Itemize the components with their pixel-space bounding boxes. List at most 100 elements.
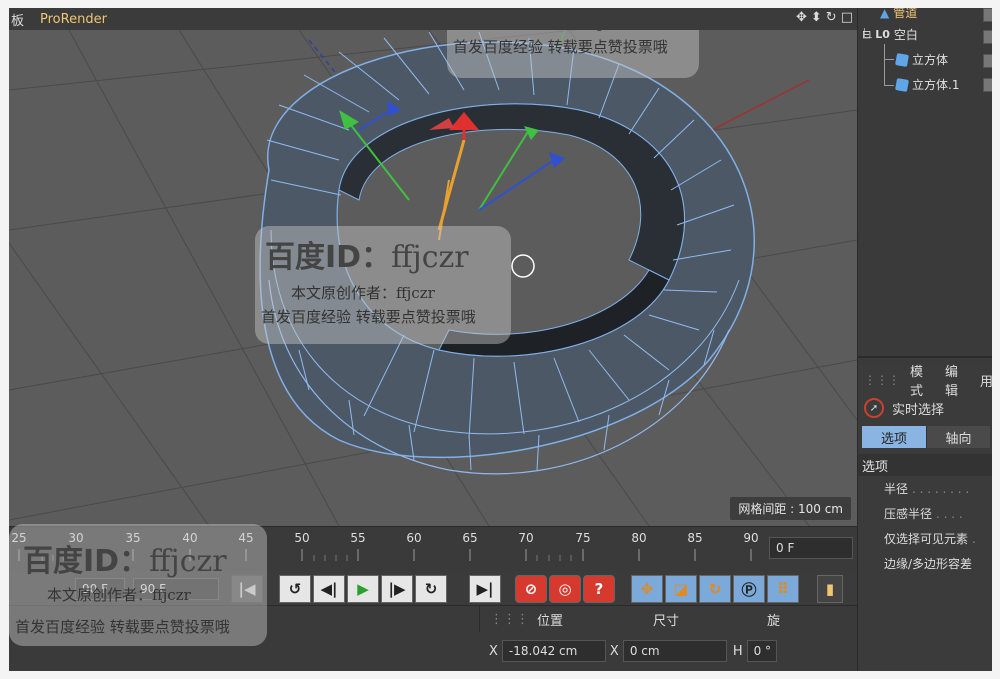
- scale-key-icon[interactable]: ◪: [665, 575, 697, 603]
- cube-icon: [895, 77, 909, 92]
- menu-prorender[interactable]: ProRender: [40, 12, 107, 27]
- rotation-header: 旋: [767, 613, 781, 629]
- start-frame-field[interactable]: 90 F: [75, 578, 125, 600]
- coord-row-x: X -18.042 cm X 0 cm H 0 °: [479, 638, 857, 664]
- option-visible-only[interactable]: 仅选择可见元素.: [858, 526, 992, 551]
- tree-item-label: 立方体: [912, 53, 949, 67]
- option-dots: . . . .: [936, 506, 963, 521]
- tick-label: 60: [406, 531, 422, 545]
- scheme-icon[interactable]: ▮: [817, 575, 843, 603]
- rotate-key-icon[interactable]: ↻: [699, 575, 731, 603]
- auto-key-icon[interactable]: ◎: [549, 575, 581, 603]
- tree-item-cube[interactable]: 立方体: [895, 51, 949, 68]
- param-key-icon[interactable]: Ⓟ: [733, 575, 765, 603]
- coordinate-manager: ⋮⋮⋮ 位置 尺寸 旋 X -18.042 cm X 0 cm H 0 °: [9, 605, 857, 671]
- tick-label: 75: [575, 531, 591, 545]
- tag-icon[interactable]: [983, 78, 992, 92]
- record-key-icon[interactable]: ⊘: [515, 575, 547, 603]
- tag-icon[interactable]: [983, 54, 992, 68]
- tree-item-label: 立方体.1: [912, 78, 960, 92]
- play-icon[interactable]: ▶: [347, 575, 379, 603]
- tag-icon[interactable]: [983, 8, 992, 22]
- rotation-h-field[interactable]: 0 °: [746, 640, 777, 662]
- viewport-scene: [9, 30, 857, 526]
- prev-key-icon[interactable]: ↺: [279, 575, 311, 603]
- next-key-icon[interactable]: ↻: [415, 575, 447, 603]
- live-selection-icon: ➚: [864, 398, 884, 418]
- tag-icon[interactable]: [983, 30, 992, 44]
- c4d-window: 板 ProRender ✥ ⬍ ↻ □ 网格间距: 100 cm ▲ 管道 ⊟…: [9, 8, 992, 671]
- tab-options[interactable]: 选项: [862, 426, 926, 448]
- attribute-manager: ⋮⋮⋮ 模式 编辑 用 ➚ 实时选择 选项 轴向 选项 半径. . . . . …: [858, 365, 992, 671]
- playback-bar: 90 F 90 F |◀ ↺ ◀| ▶ |▶ ↻ ▶| ⊘ ◎ ? ✥ ◪ ↻ …: [9, 571, 857, 605]
- option-label: 边缘/多边形容差: [884, 557, 973, 571]
- option-radius[interactable]: 半径. . . . . . . .: [858, 476, 992, 501]
- ring-mesh: [259, 31, 755, 475]
- timeline[interactable]: 25 30 35 40 45 50 55 60 65 70 75 80 85 9…: [9, 526, 857, 571]
- options-section-title: 选项: [858, 454, 992, 476]
- cube-icon: [895, 52, 909, 67]
- position-header: 位置: [537, 613, 564, 629]
- tick-label: 50: [294, 531, 310, 545]
- maximize-view-icon[interactable]: □: [841, 10, 853, 25]
- axis-label: X: [489, 643, 498, 659]
- grip-icon[interactable]: ⋮⋮⋮: [490, 612, 529, 627]
- option-pressure-radius[interactable]: 压感半径. . . .: [858, 501, 992, 526]
- tree-connector: [884, 44, 894, 60]
- next-frame-icon[interactable]: |▶: [381, 575, 413, 603]
- tick-label: 40: [182, 531, 198, 545]
- menu-mode[interactable]: 模式: [910, 361, 935, 399]
- position-x-field[interactable]: -18.042 cm: [501, 640, 606, 662]
- size-x-field[interactable]: 0 cm: [622, 640, 727, 662]
- null-icon: L0: [875, 28, 890, 41]
- expand-icon[interactable]: ⊟: [862, 28, 871, 41]
- tab-axis[interactable]: 轴向: [926, 426, 990, 448]
- goto-start-icon[interactable]: |◀: [231, 575, 263, 603]
- tree-item-null[interactable]: ⊟ L0 空白: [862, 26, 918, 43]
- move-view-icon[interactable]: ✥: [796, 10, 807, 25]
- keyframe-selection-icon[interactable]: ?: [583, 575, 615, 603]
- rotate-view-icon[interactable]: ↻: [826, 10, 837, 25]
- tree-item-label: 空白: [893, 28, 918, 42]
- coord-header: ⋮⋮⋮ 位置 尺寸 旋: [479, 606, 857, 632]
- option-dots: . . . . . . . .: [912, 481, 970, 496]
- tree-item-cube-1[interactable]: 立方体.1: [895, 76, 960, 93]
- tick-label: 90: [743, 531, 759, 545]
- 3d-viewport[interactable]: 板 ProRender ✥ ⬍ ↻ □ 网格间距: 100 cm: [9, 8, 857, 526]
- tick-label: 30: [68, 531, 84, 545]
- tick-label: 70: [518, 531, 534, 545]
- end-frame-field[interactable]: 90 F: [133, 578, 219, 600]
- tick-label: 45: [238, 531, 254, 545]
- option-dots: .: [972, 531, 976, 546]
- menu-panel[interactable]: 板: [11, 10, 24, 29]
- tube-icon: ▲: [880, 8, 890, 20]
- option-label: 半径: [884, 482, 909, 496]
- size-header: 尺寸: [653, 613, 680, 629]
- goto-end-icon[interactable]: ▶|: [469, 575, 501, 603]
- prev-frame-icon[interactable]: ◀|: [313, 575, 345, 603]
- tick-label: 85: [687, 531, 703, 545]
- move-key-icon[interactable]: ✥: [631, 575, 663, 603]
- option-label: 压感半径: [884, 507, 933, 521]
- menu-edit[interactable]: 编辑: [945, 361, 970, 399]
- axis-label: X: [609, 643, 619, 659]
- option-tolerance[interactable]: 边缘/多边形容差: [858, 551, 992, 576]
- tree-item-label: 管道: [893, 8, 918, 20]
- grip-icon[interactable]: ⋮⋮⋮: [864, 373, 900, 387]
- tick-label: 65: [462, 531, 478, 545]
- timeline-ruler[interactable]: 25 30 35 40 45 50 55 60 65 70 75 80 85 9…: [9, 531, 769, 561]
- viewport-menubar: 板 ProRender ✥ ⬍ ↻ □: [9, 8, 857, 30]
- point-level-icon[interactable]: ⠿: [767, 575, 799, 603]
- tree-item-tube[interactable]: ▲ 管道: [880, 8, 917, 21]
- viewport-nav-icons: ✥ ⬍ ↻ □: [796, 10, 853, 25]
- current-frame-field[interactable]: 0 F: [769, 537, 853, 559]
- menu-user[interactable]: 用: [980, 371, 992, 390]
- option-label: 仅选择可见元素: [884, 532, 969, 546]
- attribute-tabs: 选项 轴向: [862, 426, 992, 448]
- tick-label: 55: [350, 531, 366, 545]
- object-manager: ▲ 管道 ⊟ L0 空白 立方体 立方体.1: [858, 8, 992, 358]
- attribute-menubar: ⋮⋮⋮ 模式 编辑 用: [858, 365, 992, 399]
- tick-label: 35: [125, 531, 141, 545]
- zoom-view-icon[interactable]: ⬍: [811, 10, 822, 25]
- right-panel: ▲ 管道 ⊟ L0 空白 立方体 立方体.1 ⋮⋮⋮ 模式 编辑 用 ➚ 实时选…: [857, 8, 992, 671]
